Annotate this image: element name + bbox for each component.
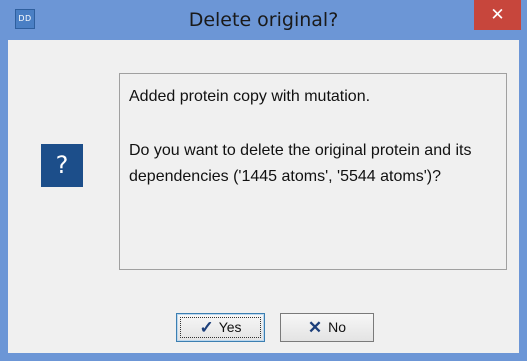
close-button[interactable]: ✕ xyxy=(474,0,521,30)
message-text-status: Added protein copy with mutation. xyxy=(129,88,371,105)
dialog-body: ? Added protein copy with mutation. Do y… xyxy=(8,40,519,353)
no-button-content: ✕ No xyxy=(281,314,373,341)
yes-button-content: ✓ Yes xyxy=(177,314,264,341)
no-button[interactable]: ✕ No xyxy=(280,313,374,342)
message-panel: Added protein copy with mutation. Do you… xyxy=(119,73,507,270)
yes-button[interactable]: ✓ Yes xyxy=(176,313,265,342)
yes-button-label: Yes xyxy=(218,319,242,335)
message-text-question: Do you want to delete the original prote… xyxy=(129,142,472,185)
title-bar[interactable]: DD Delete original? ✕ xyxy=(0,0,527,40)
close-icon: ✕ xyxy=(490,5,505,25)
check-icon: ✓ xyxy=(199,318,214,337)
dialog-window: DD Delete original? ✕ ? Added protein co… xyxy=(0,0,527,361)
window-title: Delete original? xyxy=(188,9,339,31)
question-icon: ? xyxy=(41,144,83,187)
no-button-label: No xyxy=(328,319,347,335)
x-icon: ✕ xyxy=(307,318,323,337)
